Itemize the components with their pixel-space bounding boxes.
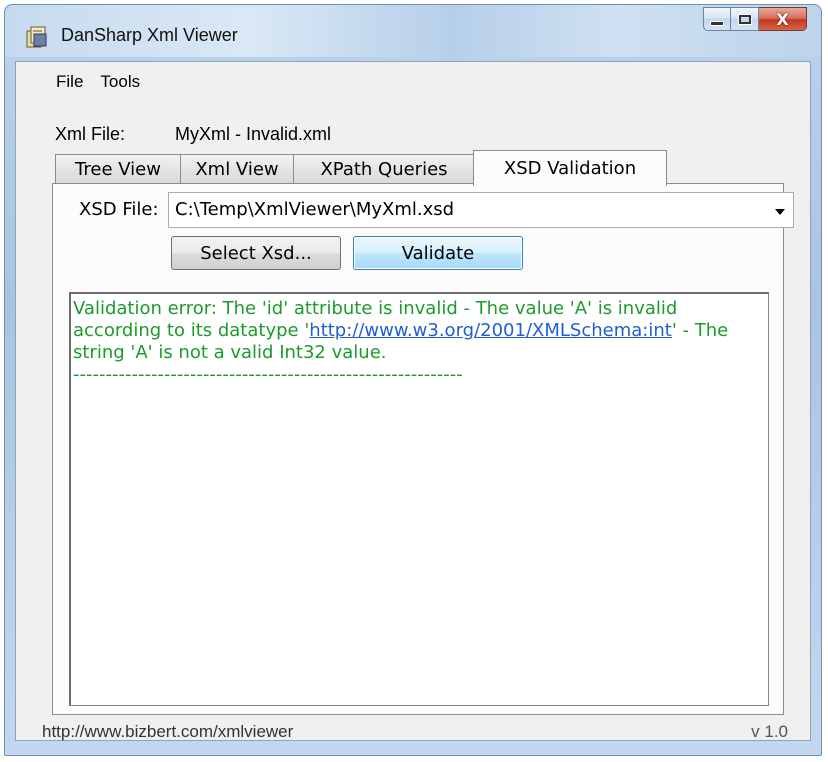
- close-button[interactable]: X: [759, 7, 807, 31]
- minimize-button[interactable]: [703, 7, 731, 31]
- tab-xml-view[interactable]: Xml View: [180, 154, 294, 184]
- tab-xpath-queries[interactable]: XPath Queries: [293, 154, 475, 184]
- results-separator: ----------------------------------------…: [73, 364, 463, 385]
- close-icon: X: [776, 9, 789, 29]
- caption-buttons: X: [703, 7, 807, 33]
- xsd-validation-panel: XSD File: C:\Temp\XmlViewer\MyXml.xsd Se…: [52, 183, 794, 715]
- app-icon[interactable]: [25, 25, 49, 49]
- menu-tools[interactable]: Tools: [100, 68, 157, 96]
- title-bar[interactable]: DanSharp Xml Viewer X: [5, 5, 821, 57]
- tab-tree-view[interactable]: Tree View: [55, 154, 181, 184]
- xsd-file-value: C:\Temp\XmlViewer\MyXml.xsd: [175, 199, 455, 220]
- window-title: DanSharp Xml Viewer: [61, 25, 238, 45]
- tab-xsd-validation[interactable]: XSD Validation: [473, 150, 667, 186]
- menu-bar: File Tools: [16, 68, 157, 96]
- app-window: DanSharp Xml Viewer X File Tools Xml Fil…: [4, 4, 822, 756]
- validation-results[interactable]: Validation error: The 'id' attribute is …: [69, 292, 769, 706]
- select-xsd-button[interactable]: Select Xsd...: [171, 236, 341, 270]
- client-area: File Tools Xml File: MyXml - Invalid.xml…: [15, 61, 811, 741]
- schema-link[interactable]: http://www.w3.org/2001/XMLSchema:int: [309, 320, 672, 341]
- menu-file[interactable]: File: [16, 68, 100, 96]
- status-url: http://www.bizbert.com/xmlviewer: [42, 722, 294, 741]
- minimize-icon: [710, 20, 724, 26]
- validate-button[interactable]: Validate: [353, 236, 523, 270]
- xml-file-label: Xml File:: [55, 124, 126, 144]
- xml-file-name: MyXml - Invalid.xml: [175, 124, 332, 144]
- maximize-icon: [738, 14, 751, 24]
- xsd-file-label: XSD File:: [79, 199, 159, 220]
- maximize-button[interactable]: [731, 7, 759, 31]
- xsd-file-combobox[interactable]: C:\Temp\XmlViewer\MyXml.xsd: [168, 192, 794, 228]
- dropdown-arrow-icon[interactable]: [775, 209, 785, 215]
- status-version: v 1.0: [751, 722, 788, 741]
